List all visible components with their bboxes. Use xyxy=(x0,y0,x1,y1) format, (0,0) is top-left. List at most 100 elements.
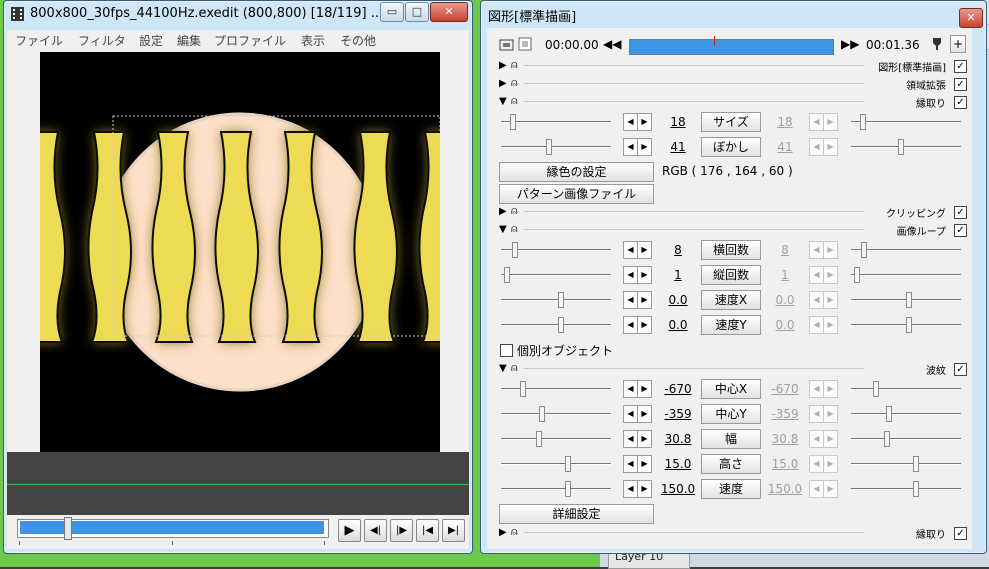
increment-arrow-icon[interactable]: ▶ xyxy=(637,241,652,259)
section-checkbox-wave[interactable]: ✓ xyxy=(954,363,967,376)
start-value[interactable]: 41 xyxy=(658,140,698,154)
param-name-button[interactable]: サイズ xyxy=(701,112,761,132)
increment-arrow-icon[interactable]: ▶ xyxy=(637,430,652,448)
minimize-button[interactable]: ▭ xyxy=(380,2,404,22)
expand-arrow-icon[interactable]: ▶ xyxy=(499,79,507,89)
end-slider-knob[interactable] xyxy=(913,481,919,497)
expand-arrow-icon[interactable]: ▶ xyxy=(499,61,507,71)
start-value-arrows[interactable]: ◀ ▶ xyxy=(623,266,652,284)
to-start-button[interactable]: |◀ xyxy=(416,519,439,542)
start-value-arrows[interactable]: ◀ ▶ xyxy=(623,113,652,131)
end-slider-knob[interactable] xyxy=(854,267,860,283)
start-value[interactable]: 8 xyxy=(658,243,698,257)
start-slider-track[interactable] xyxy=(501,388,611,390)
forward-button[interactable]: ▶▶ xyxy=(841,37,859,51)
start-value-arrows[interactable]: ◀ ▶ xyxy=(623,291,652,309)
close-button[interactable]: ✕ xyxy=(430,2,468,22)
expand-arrow-icon[interactable]: ▶ xyxy=(499,528,507,538)
start-slider-knob[interactable] xyxy=(565,481,571,497)
start-slider-track[interactable] xyxy=(501,488,611,490)
increment-arrow-icon[interactable]: ▶ xyxy=(637,380,652,398)
start-value[interactable]: 18 xyxy=(658,115,698,129)
decrement-arrow-icon[interactable]: ◀ xyxy=(623,480,638,498)
start-value-arrows[interactable]: ◀ ▶ xyxy=(623,480,652,498)
param-name-button[interactable]: 速度X xyxy=(701,290,761,310)
preview-titlebar[interactable]: 800x800_30fps_44100Hz.exedit (800,800) [… xyxy=(4,1,472,27)
end-slider-knob[interactable] xyxy=(906,317,912,333)
end-slider-knob[interactable] xyxy=(913,456,919,472)
param-name-button[interactable]: 速度 xyxy=(701,479,761,499)
start-value[interactable]: 150.0 xyxy=(658,482,698,496)
end-slider-knob[interactable] xyxy=(906,292,912,308)
menu-edit[interactable]: 編集 xyxy=(177,32,201,49)
param-name-button[interactable]: 中心Y xyxy=(701,404,761,424)
param-name-button[interactable]: 高さ xyxy=(701,454,761,474)
end-slider-track[interactable] xyxy=(851,413,961,415)
decrement-arrow-icon[interactable]: ◀ xyxy=(623,113,638,131)
rewind-button[interactable]: ◀◀ xyxy=(603,37,621,51)
frame-icon[interactable] xyxy=(518,37,533,52)
add-filter-button[interactable]: + xyxy=(950,35,966,53)
start-slider-track[interactable] xyxy=(501,438,611,440)
start-slider-knob[interactable] xyxy=(546,139,552,155)
decrement-arrow-icon[interactable]: ◀ xyxy=(623,405,638,423)
start-value[interactable]: 15.0 xyxy=(658,457,698,471)
edge-color-button[interactable]: 縁色の設定 xyxy=(499,162,654,182)
preview-canvas[interactable] xyxy=(40,52,440,452)
start-value-arrows[interactable]: ◀ ▶ xyxy=(623,455,652,473)
play-button[interactable]: ▶ xyxy=(338,519,361,542)
end-slider-knob[interactable] xyxy=(884,431,890,447)
end-slider-track[interactable] xyxy=(851,463,961,465)
param-name-button[interactable]: 速度Y xyxy=(701,315,761,335)
start-value-arrows[interactable]: ◀ ▶ xyxy=(623,430,652,448)
start-slider-knob[interactable] xyxy=(520,381,526,397)
start-value-arrows[interactable]: ◀ ▶ xyxy=(623,316,652,334)
individual-object-checkbox[interactable] xyxy=(500,344,513,357)
start-value[interactable]: 0.0 xyxy=(658,318,698,332)
seek-knob[interactable] xyxy=(64,517,72,540)
start-slider-track[interactable] xyxy=(501,299,611,301)
increment-arrow-icon[interactable]: ▶ xyxy=(637,316,652,334)
start-value-arrows[interactable]: ◀ ▶ xyxy=(623,241,652,259)
decrement-arrow-icon[interactable]: ◀ xyxy=(623,316,638,334)
decrement-arrow-icon[interactable]: ◀ xyxy=(623,138,638,156)
start-value[interactable]: 30.8 xyxy=(658,432,698,446)
start-slider-knob[interactable] xyxy=(558,317,564,333)
start-slider-knob[interactable] xyxy=(558,292,564,308)
menu-view[interactable]: 表示 xyxy=(301,32,325,49)
collapse-arrow-icon[interactable]: ▼ xyxy=(499,225,507,235)
menu-other[interactable]: その他 xyxy=(340,32,376,49)
menu-settings[interactable]: 設定 xyxy=(139,32,163,49)
end-slider-track[interactable] xyxy=(851,146,961,148)
param-name-button[interactable]: 中心X xyxy=(701,379,761,399)
start-slider-knob[interactable] xyxy=(510,114,516,130)
start-value[interactable]: 0.0 xyxy=(658,293,698,307)
object-timeline-bar[interactable] xyxy=(629,39,834,55)
end-slider-track[interactable] xyxy=(851,121,961,123)
start-value-arrows[interactable]: ◀ ▶ xyxy=(623,405,652,423)
decrement-arrow-icon[interactable]: ◀ xyxy=(623,241,638,259)
collapse-arrow-icon[interactable]: ▼ xyxy=(499,364,507,374)
end-slider-knob[interactable] xyxy=(898,139,904,155)
increment-arrow-icon[interactable]: ▶ xyxy=(637,113,652,131)
start-value[interactable]: -670 xyxy=(658,382,698,396)
collapse-arrow-icon[interactable]: ▼ xyxy=(499,97,507,107)
decrement-arrow-icon[interactable]: ◀ xyxy=(623,430,638,448)
menu-filter[interactable]: フィルタ xyxy=(78,32,126,49)
section-checkbox-region[interactable]: ✓ xyxy=(954,78,967,91)
to-end-button[interactable]: ▶| xyxy=(442,519,465,542)
start-slider-track[interactable] xyxy=(501,146,611,148)
start-slider-knob[interactable] xyxy=(504,267,510,283)
end-slider-track[interactable] xyxy=(851,488,961,490)
start-slider-knob[interactable] xyxy=(565,456,571,472)
param-name-button[interactable]: 幅 xyxy=(701,429,761,449)
param-name-button[interactable]: ぼかし xyxy=(701,137,761,157)
prev-frame-button[interactable]: ◀| xyxy=(364,519,387,542)
expand-arrow-icon[interactable]: ▶ xyxy=(499,207,507,217)
start-slider-track[interactable] xyxy=(501,121,611,123)
decrement-arrow-icon[interactable]: ◀ xyxy=(623,291,638,309)
end-slider-track[interactable] xyxy=(851,438,961,440)
menu-profile[interactable]: プロファイル xyxy=(214,32,286,49)
start-value-arrows[interactable]: ◀ ▶ xyxy=(623,138,652,156)
param-name-button[interactable]: 縦回数 xyxy=(701,265,761,285)
